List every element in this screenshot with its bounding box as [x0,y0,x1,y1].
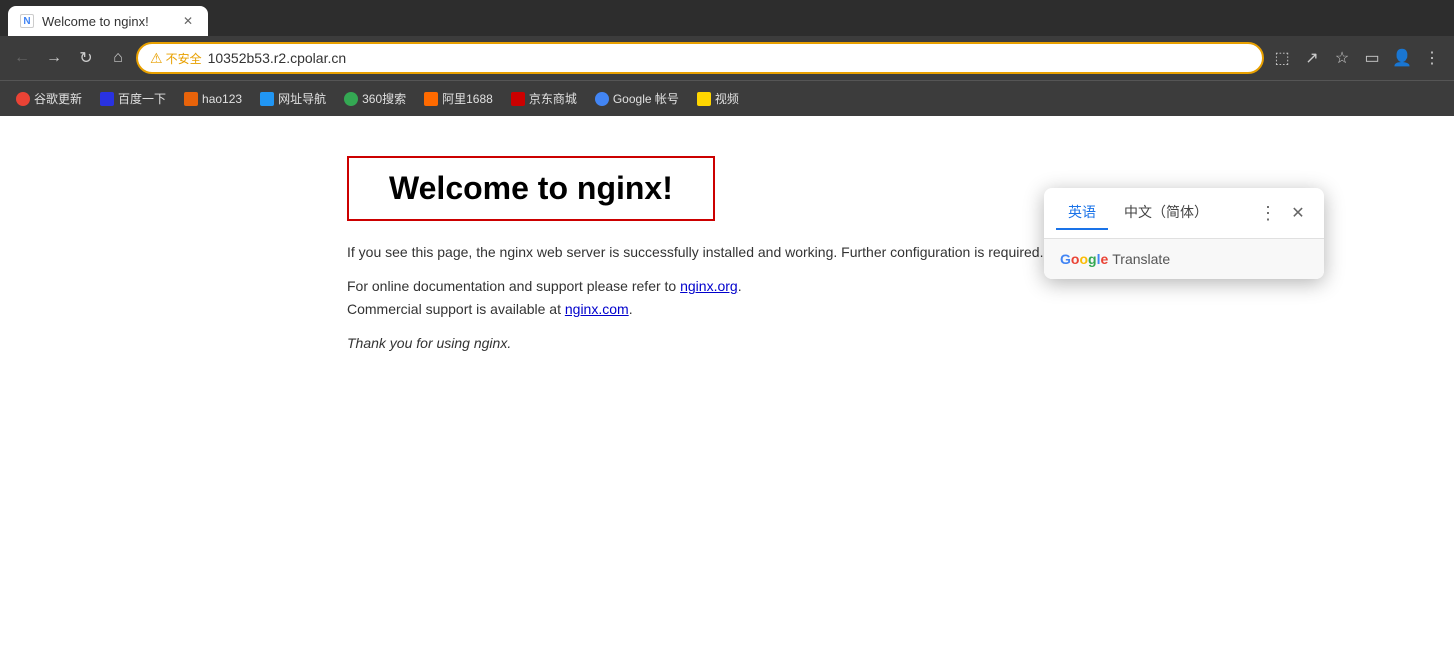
bookmark-label: hao123 [202,92,242,106]
nginx-p3-before: Commercial support is available at [347,301,565,317]
nginx-title-box: Welcome to nginx! [347,156,715,221]
bookmark-button[interactable]: ☆ [1328,44,1356,72]
translate-body: Google Translate [1044,239,1324,279]
tab-bar: N Welcome to nginx! ✕ [0,0,1454,36]
bookmark-favicon [344,92,358,106]
bookmark-label: 视频 [715,90,739,107]
bookmark-favicon [100,92,114,106]
translate-google-branding: Google Translate [1060,251,1308,267]
home-icon: ⌂ [113,49,123,67]
google-e: e [1100,251,1108,267]
bookmark-google-account[interactable]: Google 帐号 [587,86,687,111]
bookmark-label: 谷歌更新 [34,90,82,107]
nginx-com-link[interactable]: nginx.com [565,301,629,317]
back-button[interactable]: ← [8,44,36,72]
nginx-p3-after: . [629,301,633,317]
bookmarks-bar: 谷歌更新 百度一下 hao123 网址导航 360搜索 阿里1688 京东商城 [0,80,1454,116]
bookmark-video[interactable]: 视频 [689,86,747,111]
home-button[interactable]: ⌂ [104,44,132,72]
bookmark-favicon [184,92,198,106]
active-tab[interactable]: N Welcome to nginx! ✕ [8,6,208,36]
tab-manager-button[interactable]: ▭ [1358,44,1386,72]
bookmark-360[interactable]: 360搜索 [336,86,414,111]
bookmark-label: 京东商城 [529,90,577,107]
nginx-thanks: Thank you for using nginx. [347,332,1107,354]
bookmark-favicon [697,92,711,106]
bookmark-label: 百度一下 [118,90,166,107]
tab-favicon: N [20,14,34,28]
nginx-p2-after: . [738,278,742,294]
page-content: Welcome to nginx! If you see this page, … [0,116,1454,646]
profile-icon: 👤 [1392,48,1412,68]
bookmark-ali1688[interactable]: 阿里1688 [416,86,501,111]
translate-more-button[interactable]: ⋮ [1254,199,1282,227]
security-warning: ⚠ 不安全 [150,50,202,67]
bookmark-favicon [511,92,525,106]
browser-chrome: N Welcome to nginx! ✕ ← → ↻ ⌂ ⚠ 不安全 1035… [0,0,1454,116]
nginx-paragraph-2: For online documentation and support ple… [347,275,1107,320]
toolbar: ← → ↻ ⌂ ⚠ 不安全 10352b53.r2.cpolar.cn ⬚ ↗ [0,36,1454,80]
translate-more-icon: ⋮ [1259,203,1277,224]
cast-button[interactable]: ⬚ [1268,44,1296,72]
share-icon: ↗ [1305,48,1318,68]
nginx-title: Welcome to nginx! [389,170,673,206]
google-o2: o [1079,251,1088,267]
back-icon: ← [14,49,30,67]
bookmark-favicon [424,92,438,106]
nginx-paragraph-1: If you see this page, the nginx web serv… [347,241,1107,263]
menu-button[interactable]: ⋮ [1418,44,1446,72]
address-bar[interactable]: ⚠ 不安全 10352b53.r2.cpolar.cn [136,42,1264,74]
nginx-body: If you see this page, the nginx web serv… [347,241,1107,355]
tab-title: Welcome to nginx! [42,14,172,29]
translate-tab-english[interactable]: 英语 [1056,196,1108,230]
forward-button[interactable]: → [40,44,68,72]
toolbar-actions: ⬚ ↗ ☆ ▭ 👤 ⋮ [1268,44,1446,72]
bookmark-favicon [260,92,274,106]
tab-close-button[interactable]: ✕ [180,13,196,29]
google-g: G [1060,251,1071,267]
menu-dots-icon: ⋮ [1424,48,1440,68]
bookmark-jd[interactable]: 京东商城 [503,86,585,111]
translate-header: 英语 中文（简体） ⋮ ✕ [1044,188,1324,239]
bookmark-label: 网址导航 [278,90,326,107]
translate-popup: 英语 中文（简体） ⋮ ✕ Google Translate [1044,188,1324,279]
bookmark-favicon [595,92,609,106]
reload-icon: ↻ [79,48,92,68]
bookmark-label: Google 帐号 [613,90,679,107]
bookmark-star-icon: ☆ [1335,48,1349,68]
google-g3: g [1088,251,1097,267]
translate-tab-chinese[interactable]: 中文（简体） [1112,196,1220,230]
share-button[interactable]: ↗ [1298,44,1326,72]
translate-close-icon: ✕ [1291,203,1304,223]
forward-icon: → [46,49,62,67]
url-display: 10352b53.r2.cpolar.cn [208,50,1250,66]
bookmark-baidu[interactable]: 百度一下 [92,86,174,111]
profile-button[interactable]: 👤 [1388,44,1416,72]
cast-icon: ⬚ [1274,48,1289,68]
bookmark-hao123[interactable]: hao123 [176,88,250,110]
bookmark-label: 阿里1688 [442,90,493,107]
reload-button[interactable]: ↻ [72,44,100,72]
translate-text: Translate [1112,251,1170,267]
bookmark-favicon [16,92,30,106]
nginx-org-link[interactable]: nginx.org [680,278,738,294]
bookmark-google-update[interactable]: 谷歌更新 [8,86,90,111]
bookmark-nav[interactable]: 网址导航 [252,86,334,111]
nginx-p2-before: For online documentation and support ple… [347,278,680,294]
bookmark-label: 360搜索 [362,90,406,107]
nginx-content: Welcome to nginx! If you see this page, … [327,116,1127,407]
tab-manager-icon: ▭ [1364,48,1379,68]
translate-close-button[interactable]: ✕ [1284,199,1312,227]
